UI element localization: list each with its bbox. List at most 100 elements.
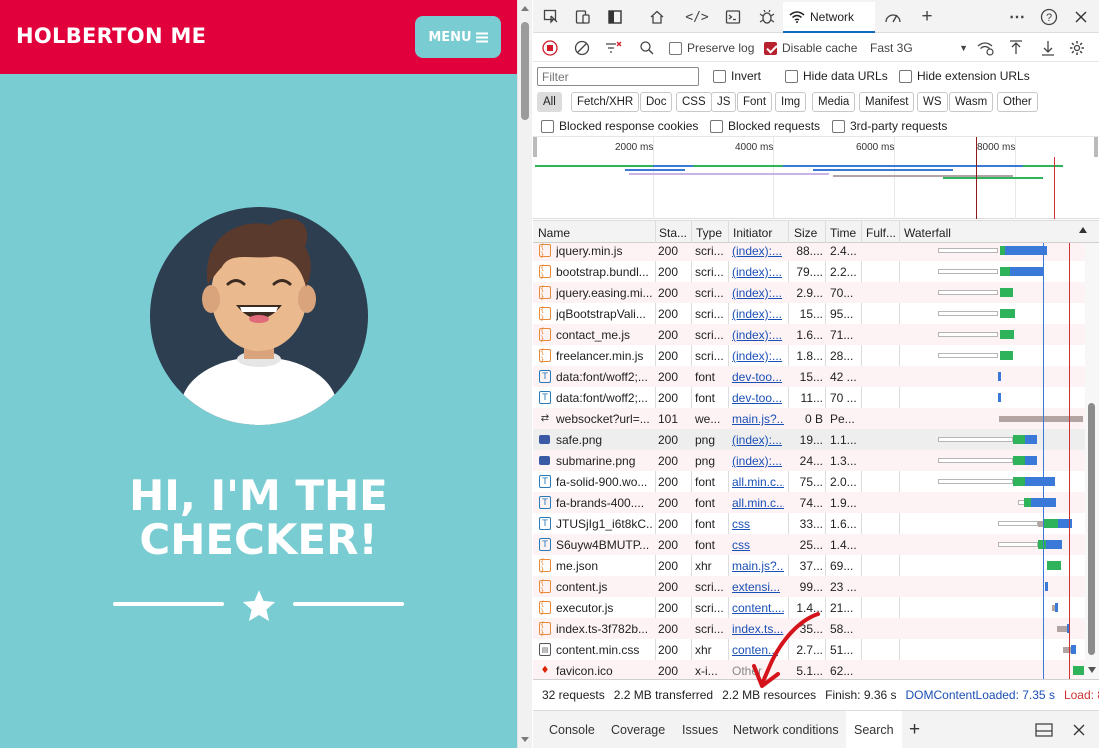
network-settings-gear-icon[interactable]	[1069, 38, 1085, 58]
third-party-box[interactable]	[832, 119, 845, 133]
table-row[interactable]: Tfa-solid-900.wo... 200 font all.min.c... 75…	[533, 471, 1085, 492]
drawer-add-tab-plus-icon[interactable]: +	[909, 711, 920, 748]
inspect-element-icon[interactable]	[541, 7, 561, 27]
blocked-requests-box[interactable]	[710, 119, 723, 133]
column-header-type[interactable]: Type	[696, 226, 728, 240]
preserve-log-checkbox[interactable]: Preserve log	[669, 38, 754, 58]
hide-data-urls-box[interactable]	[785, 69, 798, 83]
table-scrollbar[interactable]	[1085, 243, 1099, 679]
drawer-tab-issues[interactable]: Issues	[682, 711, 718, 748]
cell-initiator[interactable]: (index):...	[732, 265, 784, 279]
type-filter-other[interactable]: Other	[997, 92, 1038, 112]
import-har-icon[interactable]	[1009, 38, 1023, 58]
sort-ascending-icon[interactable]	[1079, 227, 1087, 233]
table-row[interactable]: { } jquery.easing.mi... 200 scri... (index):…	[533, 282, 1085, 303]
invert-checkbox[interactable]: Invert	[713, 69, 761, 83]
type-filter-css[interactable]: CSS	[676, 92, 712, 112]
preserve-log-box[interactable]	[669, 41, 682, 55]
cell-initiator[interactable]: (index):...	[732, 433, 784, 447]
menu-button[interactable]: MENU	[415, 16, 501, 58]
type-filter-manifest[interactable]: Manifest	[859, 92, 915, 112]
column-header-time[interactable]: Time	[830, 226, 860, 240]
close-drawer-icon[interactable]	[1073, 711, 1085, 748]
table-row[interactable]: Tfa-brands-400.... 200 font all.min.c... 74.…	[533, 492, 1085, 513]
type-filter-fetch-xhr[interactable]: Fetch/XHR	[571, 92, 640, 112]
scroll-up-arrow-icon[interactable]	[521, 6, 529, 11]
drawer-tab-search[interactable]: Search	[846, 711, 902, 748]
disable-cache-checkbox[interactable]: Disable cache	[764, 38, 857, 58]
brand-link[interactable]: HOLBERTON ME	[16, 24, 206, 48]
cell-initiator[interactable]: dev-too...	[732, 370, 784, 384]
type-filter-media[interactable]: Media	[812, 92, 856, 112]
table-row[interactable]: { } me.json 200 xhr main.js?... 37... 69...	[533, 555, 1085, 576]
column-header-size[interactable]: Size	[794, 226, 824, 240]
device-toolbar-icon[interactable]	[573, 7, 593, 27]
disable-cache-box[interactable]	[764, 41, 777, 55]
hide-extension-urls-box[interactable]	[899, 69, 912, 83]
type-filter-ws[interactable]: WS	[917, 92, 948, 112]
drawer-tab-network-conditions[interactable]: Network conditions	[733, 711, 839, 748]
cell-initiator[interactable]: css	[732, 538, 784, 552]
column-header-waterfall[interactable]: Waterfall	[904, 226, 1024, 240]
help-icon[interactable]: ?	[1039, 7, 1059, 27]
console-icon[interactable]	[723, 7, 743, 27]
column-header-fulfilled[interactable]: Fulf...	[866, 226, 898, 240]
type-filter-img[interactable]: Img	[775, 92, 807, 112]
drawer-tab-coverage[interactable]: Coverage	[611, 711, 665, 748]
invert-box[interactable]	[713, 69, 726, 83]
type-filter-doc[interactable]: Doc	[640, 92, 673, 112]
table-row[interactable]: safe.png 200 png (index):... 19... 1.1...	[533, 429, 1085, 450]
filter-funnel-icon[interactable]	[605, 38, 623, 58]
cell-initiator[interactable]: all.min.c...	[732, 496, 784, 510]
table-row[interactable]: { } freelancer.min.js 200 scri... (index):..…	[533, 345, 1085, 366]
record-stop-icon[interactable]	[542, 38, 558, 58]
third-party-checkbox[interactable]: 3rd-party requests	[832, 119, 947, 133]
clear-icon[interactable]	[574, 38, 590, 58]
table-row[interactable]: { } contact_me.js 200 scri... (index):... 1.6…	[533, 324, 1085, 345]
cell-initiator[interactable]: extensi...	[732, 580, 784, 594]
table-scroll-down-icon[interactable]	[1088, 667, 1096, 673]
table-row[interactable]: { } bootstrap.bundl... 200 scri... (index):.…	[533, 261, 1085, 282]
more-options-icon[interactable]: ⋯	[1007, 7, 1027, 27]
column-header-initiator[interactable]: Initiator	[733, 226, 785, 240]
table-row[interactable]: Tdata:font/woff2;... 200 font dev-too... 15.…	[533, 366, 1085, 387]
add-tab-plus-icon[interactable]: +	[917, 6, 937, 27]
cell-initiator[interactable]: (index):...	[732, 349, 784, 363]
tab-network[interactable]: Network	[783, 2, 875, 33]
cell-initiator[interactable]: (index):...	[732, 244, 784, 258]
blocked-requests-checkbox[interactable]: Blocked requests	[710, 119, 820, 133]
performance-gauge-icon[interactable]	[883, 7, 903, 27]
type-filter-wasm[interactable]: Wasm	[949, 92, 994, 112]
drawer-dock-icon[interactable]	[1035, 711, 1053, 748]
cell-initiator[interactable]: main.js?...	[732, 412, 784, 426]
export-har-icon[interactable]	[1041, 38, 1055, 58]
cell-initiator[interactable]: (index):...	[732, 286, 784, 300]
page-scroll-thumb[interactable]	[521, 22, 529, 120]
cell-initiator[interactable]: all.min.c...	[732, 475, 784, 489]
table-row[interactable]: T JTUSjIg1_i6t8kC... 200 font css 33... 1.6...	[533, 513, 1085, 534]
type-filter-font[interactable]: Font	[737, 92, 773, 112]
page-scrollbar[interactable]	[517, 0, 532, 748]
table-row[interactable]: { } content.js 200 scri... extensi... 99... 23…	[533, 576, 1085, 597]
cell-initiator[interactable]: dev-too...	[732, 391, 784, 405]
search-icon[interactable]	[639, 38, 655, 58]
close-devtools-icon[interactable]	[1071, 7, 1091, 27]
cell-initiator[interactable]: (index):...	[732, 454, 784, 468]
dock-side-icon[interactable]	[605, 7, 625, 27]
elements-code-icon[interactable]: </>	[685, 7, 708, 27]
column-header-name[interactable]: Name	[538, 226, 648, 240]
cell-initiator[interactable]: (index):...	[732, 307, 784, 321]
network-overview-timeline[interactable]: 2000 ms 4000 ms 6000 ms 8000 ms	[533, 137, 1099, 219]
filter-input[interactable]	[537, 67, 699, 86]
column-header-status[interactable]: Sta...	[659, 226, 691, 240]
overview-left-handle[interactable]	[533, 137, 537, 157]
cell-initiator[interactable]: css	[732, 517, 784, 531]
table-row[interactable]: ⇄ websocket?url=... 101 we... main.js?... 0 B…	[533, 408, 1085, 429]
type-filter-js[interactable]: JS	[711, 92, 737, 112]
throttling-select[interactable]: Fast 3G ▼	[864, 38, 968, 58]
blocked-cookies-checkbox[interactable]: Blocked response cookies	[541, 119, 698, 133]
hide-data-urls-checkbox[interactable]: Hide data URLs	[785, 69, 888, 83]
hide-extension-urls-checkbox[interactable]: Hide extension URLs	[899, 69, 1030, 83]
type-filter-all[interactable]: All	[537, 92, 562, 112]
network-conditions-icon[interactable]	[977, 38, 995, 58]
